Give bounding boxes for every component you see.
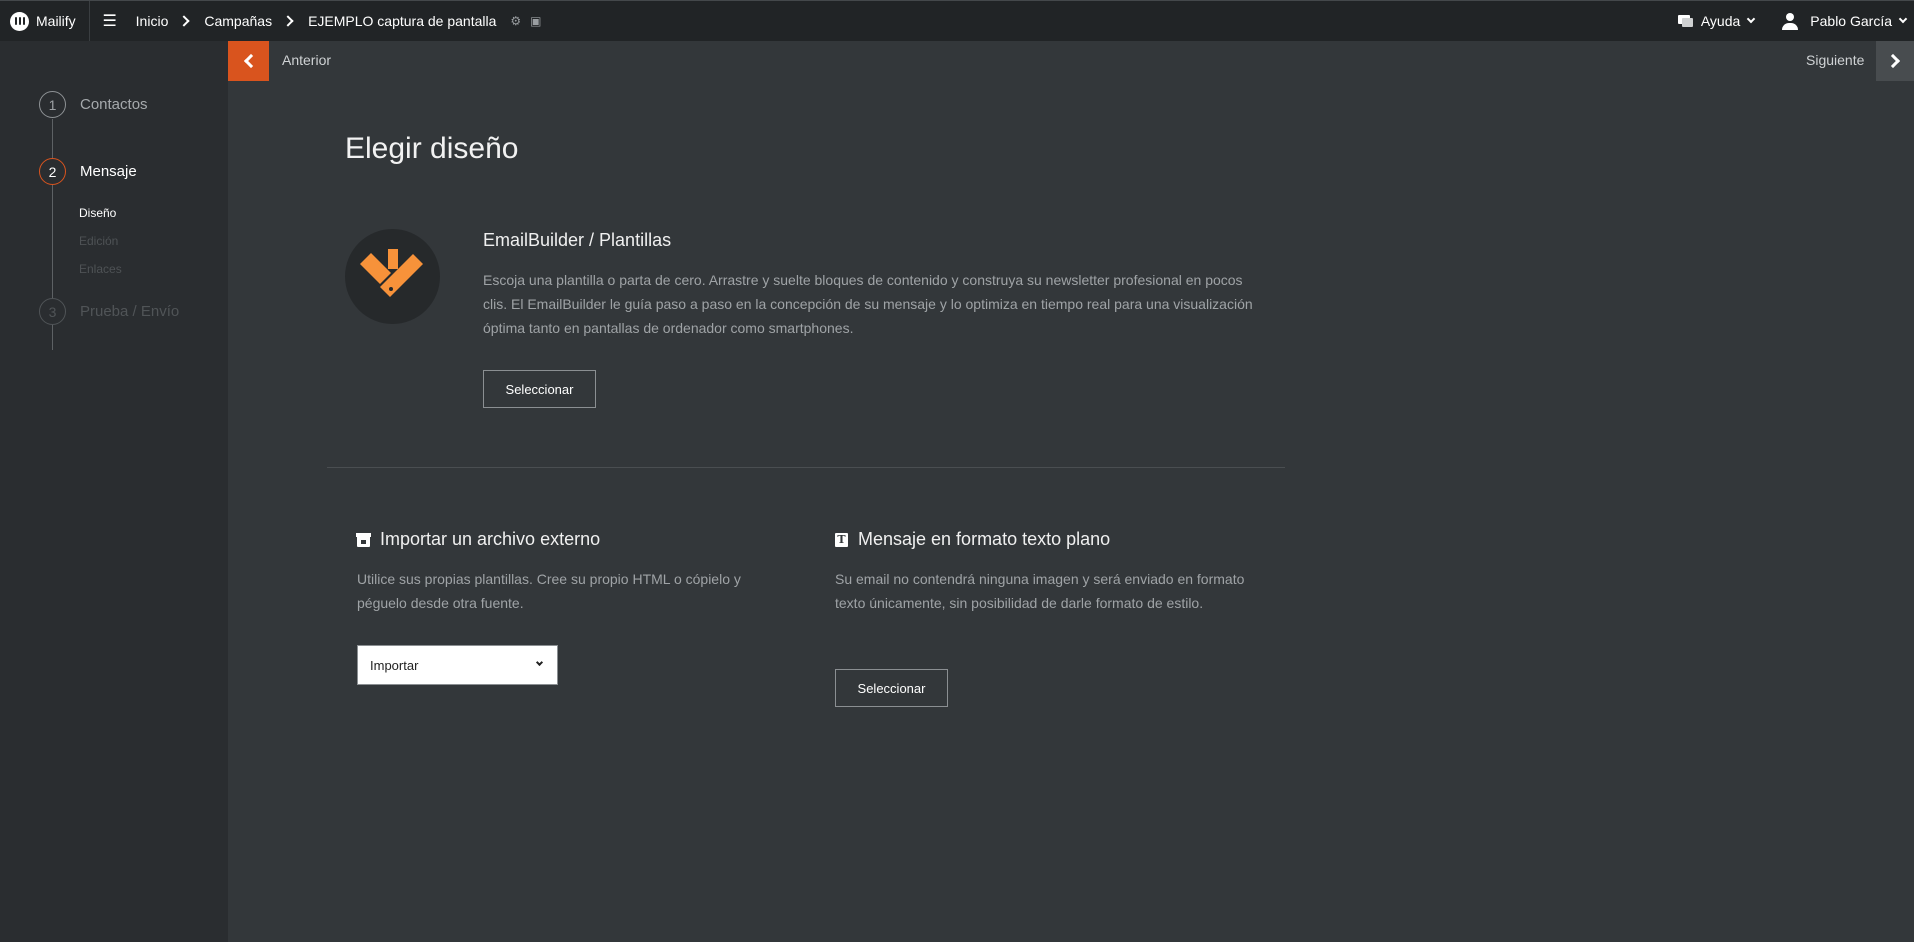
step-label: Mensaje <box>80 163 137 180</box>
chevron-right-icon <box>178 15 191 27</box>
chevron-down-icon <box>535 658 544 667</box>
substep-design[interactable]: Diseño <box>79 206 116 220</box>
import-select-value: Importar <box>370 657 419 673</box>
step-contacts[interactable]: 1 Contactos <box>39 91 148 118</box>
step-test-send: 3 Prueba / Envío <box>39 298 179 325</box>
page-title: Elegir diseño <box>345 132 519 165</box>
step-message[interactable]: 2 Mensaje <box>39 158 137 185</box>
plaintext-section-title: T Mensaje en formato texto plano <box>835 529 1110 550</box>
chat-icon <box>1677 15 1693 27</box>
import-description: Utilice sus propias plantillas. Cree su … <box>357 571 741 611</box>
plaintext-title-text: Mensaje en formato texto plano <box>858 529 1111 549</box>
step-number: 3 <box>39 298 66 325</box>
step-number: 1 <box>39 91 66 118</box>
app-name: Mailify <box>36 13 76 29</box>
text-format-icon: T <box>835 532 848 547</box>
emailbuilder-title: EmailBuilder / Plantillas <box>483 230 672 250</box>
app-logo[interactable]: Mailify <box>0 1 90 41</box>
user-menu[interactable]: Pablo García <box>1782 12 1908 30</box>
previous-label[interactable]: Anterior <box>282 52 331 68</box>
user-name: Pablo García <box>1810 13 1892 29</box>
menu-icon[interactable]: ☰ <box>92 11 128 31</box>
step-number: 2 <box>39 158 66 185</box>
next-label[interactable]: Siguiente <box>1806 52 1864 68</box>
help-menu[interactable]: Ayuda <box>1677 13 1756 29</box>
step-label: Contactos <box>80 96 148 113</box>
save-icon[interactable]: ▣ <box>530 14 541 28</box>
steps-sidebar: 1 Contactos 2 Mensaje Diseño Edición Enl… <box>0 41 228 942</box>
import-section-title: Importar un archivo externo <box>356 529 601 550</box>
breadcrumb-home[interactable]: Inicio <box>136 13 169 29</box>
breadcrumb-campaign-name[interactable]: EJEMPLO captura de pantalla <box>308 13 496 29</box>
chevron-right-icon <box>1885 53 1901 69</box>
import-select[interactable]: Importar <box>357 645 558 685</box>
plaintext-select-button[interactable]: Seleccionar <box>835 669 948 707</box>
emailbuilder-select-button[interactable]: Seleccionar <box>483 370 596 408</box>
substep-links: Enlaces <box>79 262 122 276</box>
chevron-down-icon <box>1898 14 1908 24</box>
section-divider <box>327 467 1285 468</box>
chevron-down-icon <box>1747 14 1756 24</box>
previous-button[interactable] <box>228 41 269 81</box>
archive-icon <box>356 532 371 547</box>
step-label: Prueba / Envío <box>80 303 180 320</box>
substep-edition: Edición <box>79 234 119 248</box>
next-button[interactable] <box>1876 41 1914 81</box>
emailbuilder-logo-icon <box>345 229 440 324</box>
emailbuilder-description: Escoja una plantilla o parta de cero. Ar… <box>483 272 1253 336</box>
top-bar: Mailify ☰ Inicio Campañas EJEMPLO captur… <box>0 0 1914 41</box>
user-icon <box>1782 12 1799 30</box>
breadcrumb-campaigns[interactable]: Campañas <box>204 13 272 29</box>
chevron-left-icon <box>243 53 258 69</box>
mailify-logo-icon <box>10 11 29 31</box>
chevron-right-icon <box>282 15 294 27</box>
help-label: Ayuda <box>1700 13 1741 29</box>
import-title-text: Importar un archivo externo <box>380 529 601 549</box>
gear-icon[interactable]: ⚙ <box>510 14 521 28</box>
plaintext-description: Su email no contendrá ninguna imagen y s… <box>835 571 1245 611</box>
